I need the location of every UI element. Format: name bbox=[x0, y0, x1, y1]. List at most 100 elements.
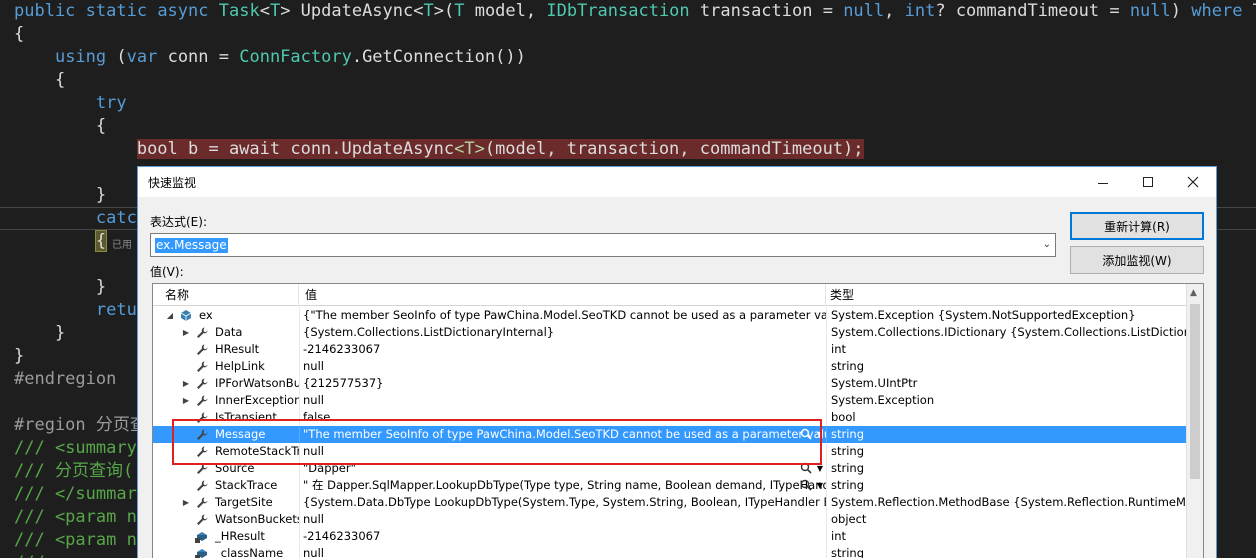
code-token: /// </summary bbox=[14, 484, 148, 504]
row-value-cell[interactable]: null bbox=[299, 511, 826, 528]
row-value-cell[interactable]: -2146233067 bbox=[299, 528, 826, 545]
row-name: Source bbox=[215, 461, 255, 475]
code-token: #endregion bbox=[14, 369, 117, 389]
expand-arrow-icon[interactable]: ▶ bbox=[181, 494, 191, 511]
row-name: WatsonBuckets bbox=[215, 512, 299, 526]
row-value-cell[interactable]: false bbox=[299, 409, 826, 426]
watch-row[interactable]: WatsonBuckets null object bbox=[153, 511, 1187, 528]
code-line: { bbox=[14, 115, 106, 138]
collapse-arrow-icon[interactable]: ◢ bbox=[165, 307, 175, 324]
row-value: {System.Collections.ListDictionaryIntern… bbox=[303, 325, 555, 339]
code-token: var bbox=[126, 47, 158, 67]
dialog-titlebar[interactable]: 快速监视 bbox=[138, 167, 1216, 197]
maximize-button[interactable] bbox=[1125, 167, 1171, 197]
row-value: null bbox=[303, 359, 324, 373]
watch-row[interactable]: StackTrace " 在 Dapper.SqlMapper.LookupDbT… bbox=[153, 477, 1187, 494]
watch-row[interactable]: ▶ IPForWatsonBu {212577537} System.UIntPtr bbox=[153, 375, 1187, 392]
property-wrench-icon bbox=[195, 343, 209, 356]
watch-row[interactable]: ◢ ex {"The member SeoInfo of type PawChina… bbox=[153, 307, 1187, 324]
chevron-down-icon[interactable]: ⌄ bbox=[1043, 239, 1051, 250]
text-visualizer-icon[interactable] bbox=[800, 462, 812, 474]
text-visualizer-icon[interactable] bbox=[800, 428, 812, 440]
watch-row[interactable]: Source "Dapper" ▼ string bbox=[153, 460, 1187, 477]
minimize-button[interactable] bbox=[1080, 167, 1126, 197]
watch-row[interactable]: ▶ InnerException null System.Exception bbox=[153, 392, 1187, 409]
watch-row[interactable]: IsTransient false bool bbox=[153, 409, 1187, 426]
watch-row[interactable]: Message "The member SeoInfo of type PawCh… bbox=[153, 426, 1187, 443]
vertical-scrollbar[interactable]: ▲ bbox=[1186, 284, 1203, 558]
text-visualizer-icon[interactable] bbox=[800, 479, 812, 491]
row-value-cell[interactable]: {System.Data.DbType LookupDbType(System.… bbox=[299, 494, 826, 511]
row-value-cell[interactable]: {212577537} bbox=[299, 375, 826, 392]
row-name-cell: ▶ Data bbox=[153, 324, 299, 341]
column-header-name[interactable]: 名称 bbox=[153, 284, 299, 306]
row-value-cell[interactable]: null bbox=[299, 545, 826, 558]
expand-arrow-icon[interactable]: ▶ bbox=[181, 375, 191, 392]
column-header-value[interactable]: 值 bbox=[299, 284, 826, 306]
expression-value: ex.Message bbox=[155, 238, 228, 253]
expand-arrow-icon[interactable]: ▶ bbox=[181, 324, 191, 341]
code-token: >( bbox=[433, 1, 455, 21]
watch-row[interactable]: HResult -2146233067 int bbox=[153, 341, 1187, 358]
expression-input[interactable]: ex.Message ⌄ bbox=[150, 233, 1056, 257]
code-token: > UpdateAsync< bbox=[280, 1, 424, 21]
property-wrench-icon bbox=[195, 479, 209, 492]
row-value: null bbox=[303, 444, 324, 458]
property-wrench-icon bbox=[195, 513, 209, 526]
code-token: T : bbox=[1242, 1, 1256, 21]
row-value: {"The member SeoInfo of type PawChina.Mo… bbox=[303, 308, 826, 322]
row-value-cell[interactable]: "The member SeoInfo of type PawChina.Mod… bbox=[299, 426, 826, 443]
row-type: string bbox=[826, 477, 1187, 494]
row-value-cell[interactable]: null bbox=[299, 358, 826, 375]
code-token: } bbox=[14, 346, 25, 366]
row-value: -2146233067 bbox=[303, 529, 381, 543]
code-line: } bbox=[14, 276, 106, 299]
visualizer-dropdown-icon[interactable]: ▼ bbox=[817, 460, 823, 477]
watch-grid[interactable]: 名称 值 类型 ◢ ex {"The member SeoInfo of type … bbox=[152, 283, 1204, 558]
row-name-cell: _HResult bbox=[153, 528, 299, 545]
code-line bbox=[14, 161, 137, 184]
code-line: return bbox=[14, 299, 157, 322]
row-value-cell[interactable]: null bbox=[299, 392, 826, 409]
row-type: object bbox=[826, 511, 1187, 528]
row-value-cell[interactable]: "Dapper" ▼ bbox=[299, 460, 826, 477]
scroll-thumb[interactable] bbox=[1190, 304, 1200, 479]
visualizer-dropdown-icon[interactable]: ▼ bbox=[817, 477, 823, 494]
row-type: string bbox=[826, 358, 1187, 375]
watch-row[interactable]: HelpLink null string bbox=[153, 358, 1187, 375]
visualizer-dropdown-icon[interactable]: ▼ bbox=[817, 426, 823, 443]
row-value-cell[interactable]: {"The member SeoInfo of type PawChina.Mo… bbox=[299, 307, 826, 324]
code-token: transaction = bbox=[689, 1, 844, 21]
watch-row[interactable]: RemoteStackTr null string bbox=[153, 443, 1187, 460]
code-token: { bbox=[14, 70, 66, 90]
code-line: } bbox=[14, 345, 24, 368]
property-wrench-icon bbox=[195, 377, 209, 390]
property-wrench-icon bbox=[195, 496, 209, 509]
watch-row[interactable]: ▶ TargetSite {System.Data.DbType LookupDbT… bbox=[153, 494, 1187, 511]
watch-row[interactable]: _className null string bbox=[153, 545, 1187, 558]
row-value: false bbox=[303, 410, 331, 424]
scroll-up-icon[interactable]: ▲ bbox=[1190, 288, 1197, 298]
row-value: "The member SeoInfo of type PawChina.Mod… bbox=[303, 427, 826, 441]
watch-row[interactable]: ▶ Data {System.Collections.ListDictionaryI… bbox=[153, 324, 1187, 341]
column-header-type[interactable]: 类型 bbox=[826, 284, 1187, 306]
row-value-cell[interactable]: " 在 Dapper.SqlMapper.LookupDbType(Type t… bbox=[299, 477, 826, 494]
recalculate-button[interactable]: 重新计算(R) bbox=[1070, 212, 1204, 240]
row-value: null bbox=[303, 512, 324, 526]
watch-row[interactable]: _HResult -2146233067 int bbox=[153, 528, 1187, 545]
row-name-cell: StackTrace bbox=[153, 477, 299, 494]
close-button[interactable] bbox=[1170, 167, 1216, 197]
expand-arrow-icon[interactable]: ▶ bbox=[181, 392, 191, 409]
code-token: model, bbox=[464, 1, 547, 21]
row-value-cell[interactable]: null bbox=[299, 443, 826, 460]
row-name: _className bbox=[215, 546, 284, 558]
value-label: 值(V): bbox=[150, 265, 184, 279]
row-value-cell[interactable]: -2146233067 bbox=[299, 341, 826, 358]
code-token: int bbox=[904, 1, 936, 21]
code-line: try bbox=[14, 92, 127, 115]
row-value: null bbox=[303, 393, 324, 407]
row-value-cell[interactable]: {System.Collections.ListDictionaryIntern… bbox=[299, 324, 826, 341]
add-watch-button[interactable]: 添加监视(W) bbox=[1070, 246, 1204, 274]
row-name-cell: Source bbox=[153, 460, 299, 477]
